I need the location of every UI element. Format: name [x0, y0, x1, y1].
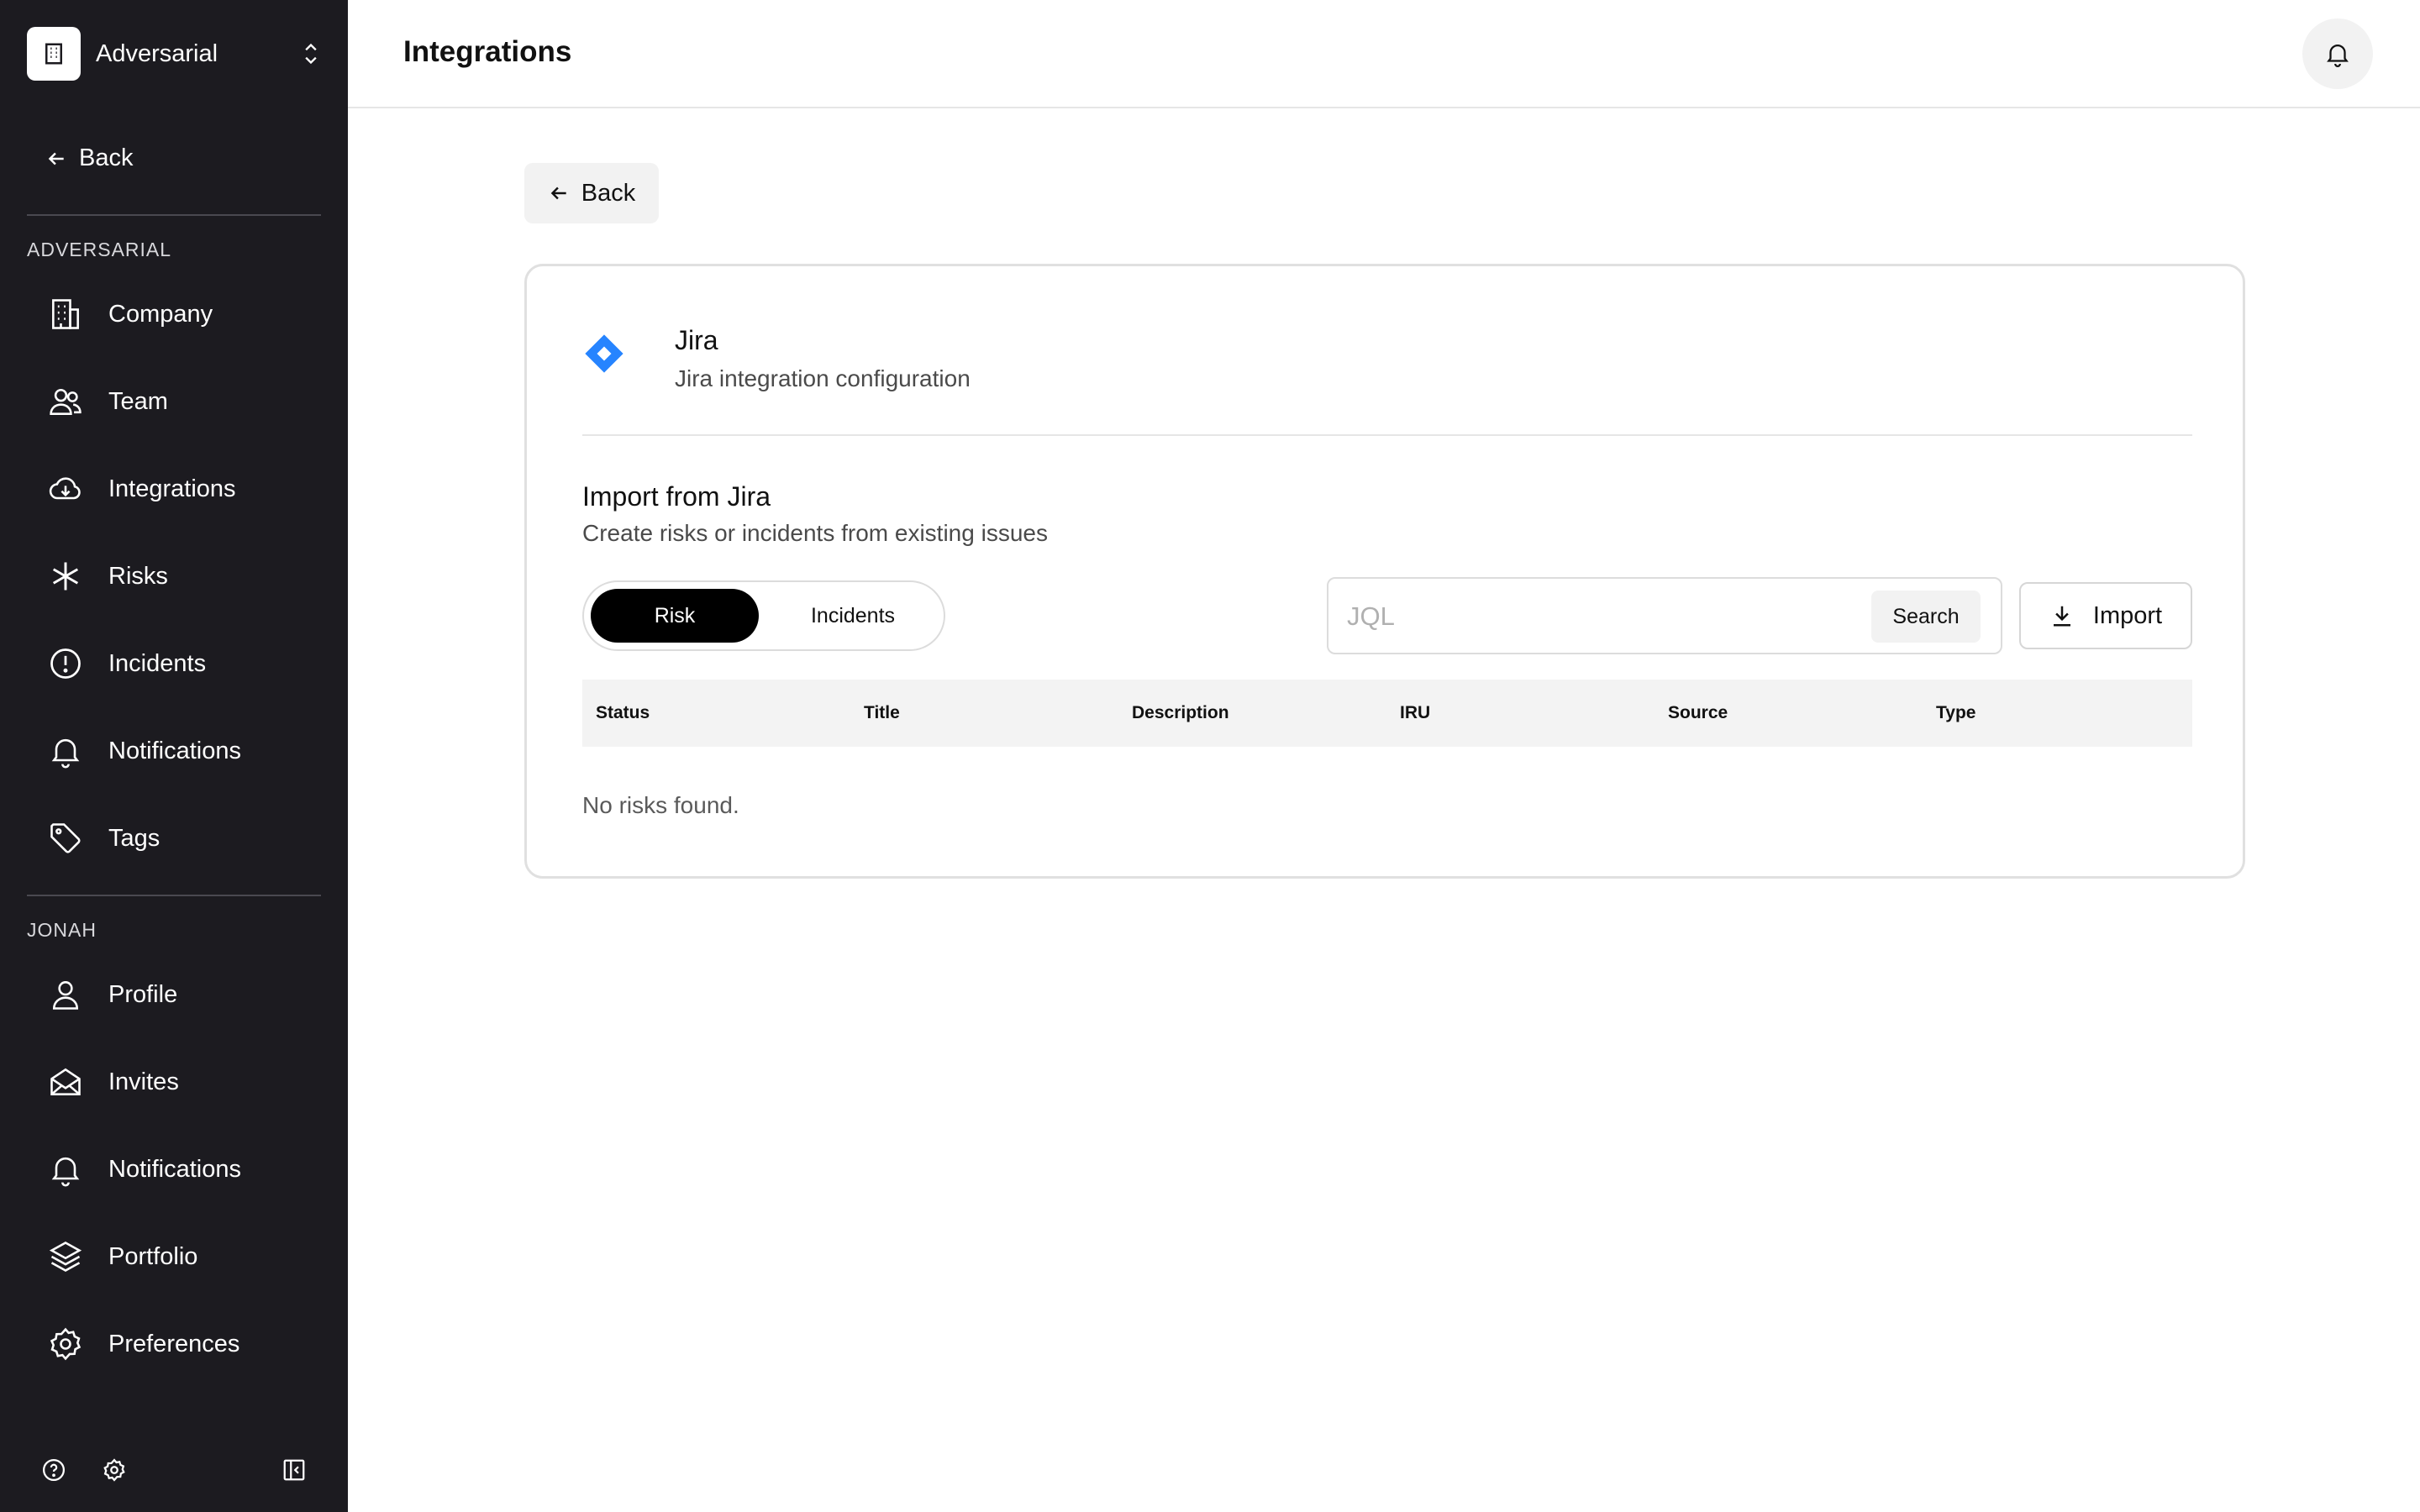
sidebar-item-notifications[interactable]: Notifications	[45, 726, 241, 776]
collapse-sidebar-icon[interactable]	[279, 1455, 309, 1485]
bell-icon	[45, 731, 86, 771]
sidebar-item-label: Notifications	[108, 1155, 241, 1183]
mail-open-icon	[45, 1062, 86, 1102]
alert-circle-icon	[45, 643, 86, 684]
help-icon[interactable]	[39, 1455, 69, 1485]
gear-icon[interactable]	[99, 1455, 129, 1485]
toggle-risk[interactable]: Risk	[591, 589, 759, 643]
back-button-label: Back	[581, 179, 636, 207]
top-bar: Integrations	[348, 0, 2420, 108]
sidebar-back-link[interactable]: Back	[45, 144, 133, 172]
page-title: Integrations	[403, 35, 572, 68]
arrow-left-icon	[550, 186, 566, 200]
column-header-status[interactable]: Status	[596, 703, 650, 723]
sidebar-item-label: Incidents	[108, 649, 207, 677]
bell-icon	[45, 1149, 86, 1189]
sidebar-item-risks[interactable]: Risks	[45, 551, 168, 601]
sidebar-item-portfolio[interactable]: Portfolio	[45, 1231, 197, 1282]
card-divider	[582, 434, 2192, 436]
import-subtitle: Create risks or incidents from existing …	[582, 520, 1048, 546]
empty-state-message: No risks found.	[582, 792, 739, 818]
sidebar-item-profile[interactable]: Profile	[45, 969, 177, 1020]
column-header-source[interactable]: Source	[1668, 703, 1728, 723]
sidebar-item-notifications[interactable]: Notifications	[45, 1144, 241, 1194]
sidebar-item-team[interactable]: Team	[45, 376, 168, 427]
column-header-type[interactable]: Type	[1936, 703, 1975, 723]
asterisk-icon	[45, 556, 86, 596]
column-header-title[interactable]: Title	[864, 703, 900, 723]
users-icon	[45, 381, 86, 422]
column-header-description[interactable]: Description	[1132, 703, 1229, 723]
sidebar-divider	[27, 214, 321, 216]
sidebar-item-label: Integrations	[108, 475, 236, 502]
layers-icon	[45, 1236, 86, 1277]
jira-integration-card: Jira Jira integration configuration Impo…	[524, 264, 2245, 879]
org-logo	[27, 27, 81, 81]
tag-icon	[45, 818, 86, 858]
toggle-incidents[interactable]: Incidents	[777, 589, 929, 643]
sidebar-back-label: Back	[79, 144, 134, 171]
gear-icon	[45, 1324, 86, 1364]
notifications-button[interactable]	[2302, 18, 2373, 89]
import-button-label: Import	[2092, 601, 2163, 629]
jql-input[interactable]	[1347, 596, 1851, 638]
jql-search-box: Search	[1327, 577, 2002, 654]
org-switcher[interactable]: Adversarial	[27, 27, 323, 81]
table-header: Status Title Description IRU Source Type	[582, 680, 2192, 747]
section-heading-org: ADVERSARIAL	[27, 239, 172, 260]
org-name: Adversarial	[96, 39, 218, 67]
sidebar-item-label: Invites	[108, 1068, 179, 1095]
sidebar-item-label: Profile	[108, 980, 178, 1008]
import-button[interactable]: Import	[2019, 582, 2192, 649]
sidebar-item-label: Preferences	[108, 1330, 240, 1357]
sidebar-item-preferences[interactable]: Preferences	[45, 1319, 239, 1369]
cloud-download-icon	[45, 469, 86, 509]
bell-icon	[2327, 45, 2349, 67]
import-title: Import from Jira	[582, 481, 771, 512]
column-header-iru[interactable]: IRU	[1400, 703, 1430, 723]
sidebar-item-label: Company	[108, 300, 213, 328]
sidebar-item-label: Risks	[108, 562, 168, 590]
sidebar-item-label: Portfolio	[108, 1242, 198, 1270]
section-heading-user: JONAH	[27, 919, 97, 941]
back-button[interactable]: Back	[524, 163, 659, 223]
sidebar-item-label: Team	[108, 387, 168, 415]
building-icon	[45, 43, 62, 65]
jira-logo-icon	[585, 334, 623, 373]
arrow-left-icon	[48, 152, 64, 165]
sidebar-item-company[interactable]: Company	[45, 289, 213, 339]
chevron-up-down-icon	[305, 43, 317, 65]
search-button[interactable]: Search	[1871, 591, 1981, 643]
sidebar-item-label: Notifications	[108, 737, 241, 764]
sidebar-item-label: Tags	[108, 824, 160, 852]
sidebar: Adversarial Back ADVERSARIAL Company Tea…	[0, 0, 348, 1512]
download-icon	[2053, 606, 2070, 627]
sidebar-item-incidents[interactable]: Incidents	[45, 638, 206, 689]
user-icon	[45, 974, 86, 1015]
sidebar-item-invites[interactable]: Invites	[45, 1057, 179, 1107]
integration-name: Jira	[675, 325, 718, 355]
sidebar-item-integrations[interactable]: Integrations	[45, 464, 236, 514]
sidebar-divider	[27, 895, 321, 896]
type-toggle: Risk Incidents	[582, 580, 945, 651]
integration-description: Jira integration configuration	[675, 365, 971, 391]
sidebar-item-tags[interactable]: Tags	[45, 813, 160, 864]
building-icon	[45, 294, 86, 334]
